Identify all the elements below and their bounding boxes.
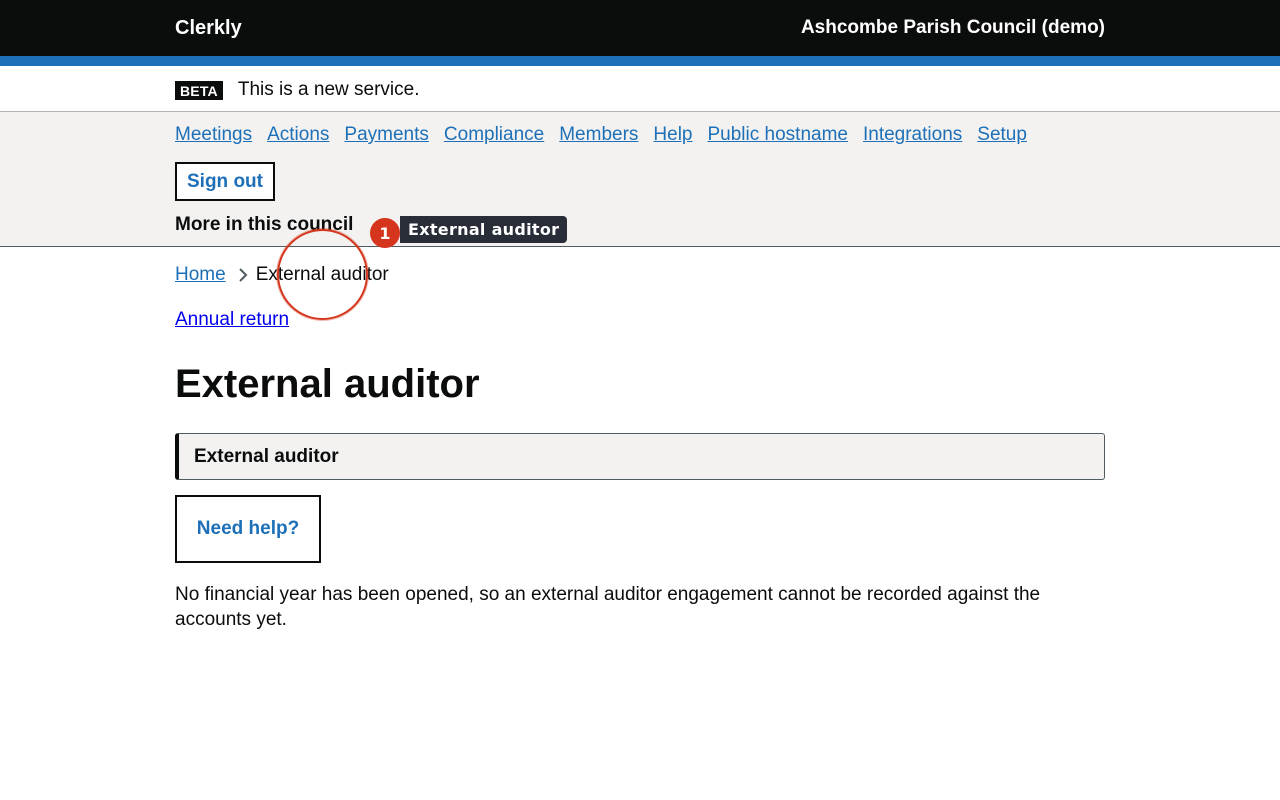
beta-tag: BETA (175, 80, 223, 100)
annual-return-link[interactable]: Annual return (175, 309, 289, 331)
nav-link-public-hostname[interactable]: Public hostname (708, 124, 848, 146)
external-auditor-panel: External auditor (175, 433, 1105, 480)
nav-link-integrations[interactable]: Integrations (863, 124, 962, 146)
nav-link-setup[interactable]: Setup (977, 124, 1027, 146)
header-inner: Clerkly Ashcombe Parish Council (demo) (175, 0, 1105, 56)
nav-link-members[interactable]: Members (559, 124, 638, 146)
header-stripe (0, 56, 1280, 66)
need-help-button[interactable]: Need help? (175, 495, 321, 563)
nav-link-meetings[interactable]: Meetings (175, 124, 252, 146)
no-financial-year-message: No financial year has been opened, so an… (175, 584, 1041, 630)
site-header: Clerkly Ashcombe Parish Council (demo) (0, 0, 1280, 56)
phase-banner-text: This is a new service. (237, 79, 420, 100)
breadcrumb-home-link[interactable]: Home (175, 264, 226, 286)
annotation-step-badge: 1 (370, 218, 400, 248)
nav-link-payments[interactable]: Payments (344, 124, 428, 146)
phase-banner: BETA This is a new service. (0, 66, 1280, 112)
sign-out-button[interactable]: Sign out (175, 162, 275, 201)
annotation-label: External auditor (400, 216, 568, 243)
council-nav: Meetings Actions Payments Compliance Mem… (0, 112, 1280, 247)
annotation-click-circle (277, 229, 368, 320)
panel-heading: External auditor (194, 445, 339, 467)
nav-link-compliance[interactable]: Compliance (444, 124, 544, 146)
page-title: External auditor (175, 362, 480, 406)
phase-banner-inner: BETA This is a new service. (175, 79, 420, 101)
council-name: Ashcombe Parish Council (demo) (800, 17, 1105, 38)
logo-link[interactable]: Clerkly (175, 17, 242, 40)
nav-link-help[interactable]: Help (653, 124, 692, 146)
chevron-right-icon (238, 268, 248, 282)
nav-links: Meetings Actions Payments Compliance Mem… (175, 124, 1042, 146)
nav-link-actions[interactable]: Actions (267, 124, 329, 146)
